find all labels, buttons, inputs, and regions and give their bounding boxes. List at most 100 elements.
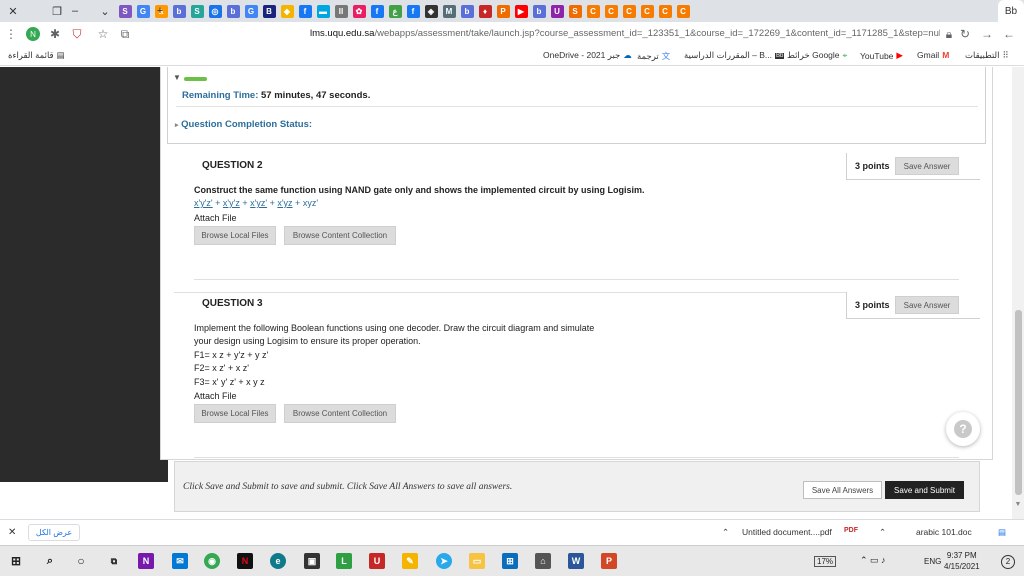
system-clock[interactable]: 9:37 PM 4/15/2021 (944, 550, 980, 572)
attach-file-label: Attach File (194, 213, 237, 223)
tab-favicon[interactable]: II (334, 4, 348, 18)
usb-app-icon[interactable]: ⌂ (535, 553, 551, 569)
chevron-up-icon[interactable]: ⌃ (722, 527, 729, 538)
tab-favicon[interactable]: b (226, 4, 240, 18)
powerpoint-icon[interactable]: P (601, 553, 617, 569)
tab-favicon[interactable]: S (568, 4, 582, 18)
task-view-icon[interactable]: ⧉ (106, 553, 122, 569)
close-shelf-icon[interactable]: ✕ (8, 527, 16, 538)
blackboard-icon: Bb (775, 52, 785, 59)
chrome-icon[interactable]: ◉ (204, 553, 220, 569)
bookmark-gmail[interactable]: Gmail M (917, 50, 949, 60)
scrollbar-thumb[interactable] (1015, 310, 1022, 495)
bookmark-maps[interactable]: خرائط Google ⌖ (787, 50, 847, 61)
tab-favicon[interactable]: C (586, 4, 600, 18)
bookmark-youtube[interactable]: YouTube ▶ (860, 50, 903, 61)
tab-favicon[interactable]: B (262, 4, 276, 18)
tab-favicon[interactable]: b (172, 4, 186, 18)
download-shelf: ✕ عرض الكل ⌃ Untitled document....pdf PD… (0, 519, 1024, 545)
tab-favicon[interactable]: b (532, 4, 546, 18)
tab-favicon[interactable]: f (406, 4, 420, 18)
netflix-icon[interactable]: N (237, 553, 253, 569)
tab-favicon[interactable]: ✿ (352, 4, 366, 18)
show-all-downloads-button[interactable]: عرض الكل (28, 524, 80, 541)
tab-favicon[interactable]: C (604, 4, 618, 18)
tab-search-icon[interactable]: ⌄ (92, 0, 118, 22)
shield-extension-icon[interactable]: ⛉ (66, 23, 88, 45)
tab-favicon[interactable]: ◆ (280, 4, 294, 18)
reload-icon[interactable]: ↻ (954, 23, 976, 45)
active-tab[interactable]: Bb (998, 0, 1024, 22)
file-explorer-icon[interactable]: ▭ (469, 553, 485, 569)
tab-favicon[interactable]: S (190, 4, 204, 18)
tab-favicon[interactable]: ▬ (316, 4, 330, 18)
tab-favicon[interactable]: C (640, 4, 654, 18)
tab-favicon[interactable]: ♦ (478, 4, 492, 18)
save-answer-button[interactable]: Save Answer (895, 157, 959, 175)
collapse-status-icon[interactable]: ▼ (173, 73, 181, 82)
remaining-seconds: 47 (315, 90, 327, 101)
save-all-answers-button[interactable]: Save All Answers (803, 481, 882, 499)
extensions-icon[interactable]: ✱ (44, 23, 66, 45)
store-icon[interactable]: ▣ (304, 553, 320, 569)
tab-favicon[interactable]: U (550, 4, 564, 18)
question-completion-status[interactable]: ▸ Question Completion Status: (175, 119, 312, 130)
tab-favicon[interactable]: ▶ (514, 4, 528, 18)
windows-start-icon[interactable]: ⊞ (8, 553, 24, 569)
network-app-icon[interactable]: ⊞ (502, 553, 518, 569)
tab-favicon[interactable]: ◎ (208, 4, 222, 18)
tab-favicon[interactable]: G (244, 4, 258, 18)
cortana-icon[interactable]: ○ (73, 553, 89, 569)
edge-icon[interactable]: e (270, 553, 286, 569)
help-button[interactable]: ? (946, 412, 980, 446)
reading-list[interactable]: قائمة القراءة ▤ (8, 50, 65, 61)
menu-dots-icon[interactable]: ⋮ (0, 23, 22, 45)
save-and-submit-button[interactable]: Save and Submit (885, 481, 964, 499)
tab-favicon[interactable]: ع (388, 4, 402, 18)
tab-favicon[interactable]: b (460, 4, 474, 18)
address-bar[interactable]: lms.uqu.edu.sa/webapps/assessment/take/l… (310, 25, 940, 43)
shield-app-icon[interactable]: U (369, 553, 385, 569)
tab-favicon[interactable]: C (658, 4, 672, 18)
tab-favicon[interactable]: M (442, 4, 456, 18)
lens-app-icon[interactable]: L (336, 553, 352, 569)
tab-favicon[interactable]: ◈ (424, 4, 438, 18)
notes-app-icon[interactable]: ✎ (402, 553, 418, 569)
minimize-window-icon[interactable]: – (62, 0, 88, 22)
browse-content-collection-button[interactable]: Browse Content Collection (284, 226, 396, 245)
browse-local-files-button[interactable]: Browse Local Files (194, 226, 276, 245)
language-indicator[interactable]: ENG (924, 557, 941, 566)
tab-favicon[interactable]: S (118, 4, 132, 18)
tab-favicon[interactable]: C (676, 4, 690, 18)
bookmark-translate[interactable]: ترجمة 文 (637, 50, 670, 62)
tab-favicon[interactable]: C (622, 4, 636, 18)
bookmark-apps[interactable]: التطبيقات ⠿ (965, 50, 1009, 61)
profile-avatar[interactable]: N (22, 23, 44, 45)
search-icon[interactable]: ⌕ (42, 553, 58, 569)
install-app-icon[interactable]: ⧉ (114, 23, 136, 45)
battery-indicator[interactable]: 17% (814, 556, 837, 567)
bookmark-onedrive[interactable]: OneDrive - جبر 2021 ☁ (543, 50, 632, 61)
mail-icon[interactable]: ✉ (172, 553, 188, 569)
scroll-down-icon[interactable]: ▼ (1012, 498, 1024, 510)
new-tab-icon[interactable]: + (147, 0, 173, 22)
save-answer-button[interactable]: Save Answer (895, 296, 959, 314)
tab-favicon[interactable]: P (496, 4, 510, 18)
word-icon[interactable]: W (568, 553, 584, 569)
forward-icon[interactable]: → (976, 23, 998, 45)
tab-favicon[interactable]: f (370, 4, 384, 18)
tab-favicon[interactable]: f (298, 4, 312, 18)
notification-center[interactable]: 2 (1001, 555, 1015, 569)
telegram-icon[interactable]: ➤ (436, 553, 452, 569)
download-item-doc[interactable]: arabic 101.doc (916, 527, 972, 537)
bookmark-blackboard[interactable]: المقررات الدراسية – B... Bb (684, 50, 785, 61)
browse-local-files-button[interactable]: Browse Local Files (194, 404, 276, 423)
chevron-up-icon[interactable]: ⌃ (879, 527, 886, 538)
tray-icons[interactable]: ⌃ ▭ ♪ (860, 555, 886, 566)
browse-content-collection-button[interactable]: Browse Content Collection (284, 404, 396, 423)
bookmark-star-icon[interactable]: ☆ (92, 23, 114, 45)
back-icon[interactable]: ← (998, 23, 1020, 45)
download-item-pdf[interactable]: Untitled document....pdf (742, 527, 832, 537)
onenote-icon[interactable]: N (138, 553, 154, 569)
close-window-icon[interactable]: ✕ (0, 0, 26, 22)
